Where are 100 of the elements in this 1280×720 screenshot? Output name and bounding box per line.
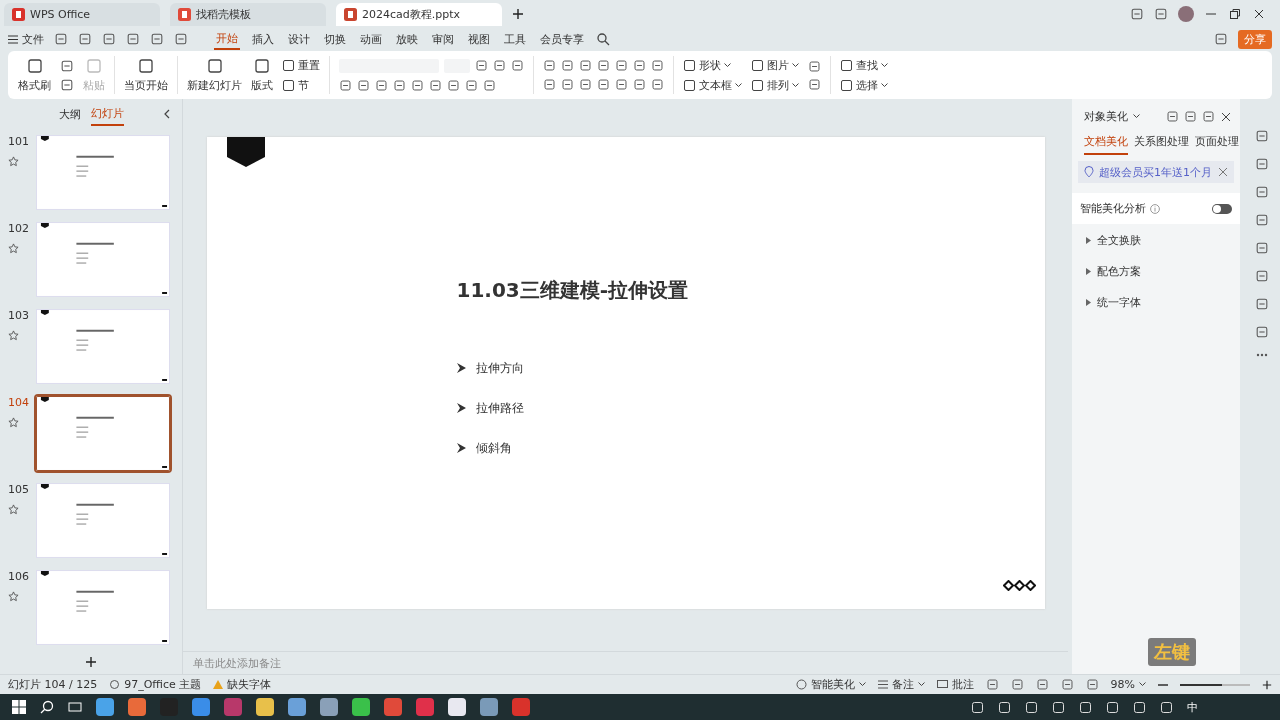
menu-tab[interactable]: 动画 [358, 29, 384, 49]
panel-tab[interactable]: 关系图处理 [1134, 134, 1189, 155]
ribbon-button[interactable]: 新建幻灯片 [187, 57, 242, 93]
caret-icon [792, 82, 799, 88]
ribbon-button[interactable]: 形状 [683, 57, 742, 73]
menu-tab[interactable]: 视图 [466, 29, 492, 49]
theme-icon [109, 679, 121, 690]
ribbon-icon [840, 58, 853, 72]
taskbar-app-icon[interactable] [256, 698, 274, 716]
caret-icon [881, 82, 888, 88]
document-tab[interactable]: WPS Office [4, 2, 160, 26]
menu-tab[interactable]: 工具 [502, 29, 528, 49]
ribbon-icon [85, 57, 103, 75]
zoom-level[interactable]: 98% [1110, 678, 1146, 691]
toggle-switch[interactable] [1212, 203, 1232, 214]
search-icon[interactable] [596, 32, 610, 46]
zoom-slider[interactable] [1180, 683, 1222, 686]
ribbon-button[interactable]: 版式 [251, 57, 273, 93]
taskbar-app-icon[interactable] [320, 698, 338, 716]
menu-tab[interactable]: 审阅 [430, 29, 456, 49]
document-tab[interactable]: 2024cad教程.pptx [336, 2, 502, 26]
diamonds-drawing [1002, 580, 1036, 591]
caret-icon [917, 682, 925, 687]
tab-label: 2024cad教程.pptx [362, 6, 461, 22]
taskbar-app-icon[interactable] [288, 698, 306, 716]
menu-tab[interactable]: 切换 [322, 29, 348, 49]
slide-number: 104 [8, 396, 30, 409]
taskbar-app-icon[interactable] [480, 698, 498, 716]
close-icon[interactable] [1252, 7, 1266, 21]
ribbon-button[interactable]: 格式刷 [18, 57, 51, 93]
taskbar-app-icon[interactable] [128, 698, 146, 716]
expand-triangle-icon [1086, 237, 1091, 244]
slide-thumbnail[interactable] [36, 396, 170, 471]
theme-button[interactable]: 97_Office 主题 [109, 677, 202, 692]
missing-font-button[interactable]: 缺失字体 [213, 677, 272, 692]
add-slide-icon[interactable] [85, 656, 97, 668]
ribbon-button[interactable]: 当页开始 [124, 57, 168, 93]
promo-banner[interactable]: 超级会员买1年送1个月 [1078, 161, 1234, 183]
new-tab-icon[interactable] [512, 8, 524, 20]
menu-tab[interactable]: 会员专享 [538, 29, 586, 49]
collapsible-section[interactable]: 统一字体 [1072, 286, 1240, 317]
warning-icon [213, 680, 224, 689]
ribbon-button[interactable]: 选择 [840, 77, 888, 93]
panel-tab[interactable]: 大纲 [58, 103, 81, 125]
avatar[interactable] [1178, 6, 1194, 22]
key-hint: 左键 [1148, 638, 1196, 666]
caret-icon [792, 62, 799, 68]
windows-icon[interactable] [12, 700, 26, 714]
panel-tab[interactable]: 页面处理 [1195, 134, 1239, 155]
input-method[interactable]: 中 [1187, 699, 1198, 715]
bullet-arrow-icon [456, 403, 466, 413]
ribbon-button[interactable]: 文本框 [683, 77, 742, 93]
taskbar-app-icon[interactable] [192, 698, 210, 716]
panel-tab[interactable]: 文档美化 [1084, 134, 1128, 155]
panel-title[interactable]: 对象美化 [1084, 109, 1128, 124]
ribbon-button[interactable]: 重置 [282, 57, 320, 73]
taskbar-app-icon[interactable] [96, 698, 114, 716]
slide-number: 106 [8, 570, 30, 583]
panel-tab[interactable]: 幻灯片 [90, 102, 124, 126]
taskbar-app-icon[interactable] [448, 698, 466, 716]
ribbon-button[interactable]: 节 [282, 77, 320, 93]
task-view-icon[interactable] [68, 700, 82, 714]
ribbon-button[interactable]: 查找 [840, 57, 888, 73]
ribbon-icon [253, 57, 271, 75]
menu-tab[interactable]: 插入 [250, 29, 276, 49]
close-icon[interactable] [1220, 110, 1232, 123]
slide-number: 102 [8, 222, 30, 235]
ribbon-icon [282, 58, 295, 72]
taskbar-app-icon[interactable] [352, 698, 370, 716]
ribbon-icon [137, 57, 155, 75]
ribbon-button[interactable]: 图片 [751, 57, 799, 73]
info-icon [1150, 203, 1160, 214]
restore-icon[interactable] [1228, 7, 1242, 21]
taskbar-app-icon[interactable] [384, 698, 402, 716]
menu-tab[interactable]: 设计 [286, 29, 312, 49]
menu-tab[interactable]: 放映 [394, 29, 420, 49]
taskbar-app-icon[interactable] [416, 698, 434, 716]
file-menu[interactable]: 文件 [8, 31, 44, 47]
search-icon[interactable] [40, 700, 54, 714]
more-icon[interactable] [1256, 353, 1268, 357]
ribbon-icon [683, 58, 696, 72]
collapse-icon[interactable] [163, 109, 170, 119]
menu-tab[interactable]: 开始 [214, 28, 240, 50]
ribbon-button[interactable]: 排列 [751, 77, 799, 93]
collapsible-section[interactable]: 配色方案 [1072, 255, 1240, 286]
beautify-button[interactable]: 智能美化 [795, 677, 866, 692]
comment-icon [936, 679, 948, 690]
caret-icon [858, 682, 866, 687]
ribbon-icon [205, 57, 224, 75]
zoom-in-icon[interactable] [1262, 679, 1272, 690]
notes-button[interactable]: 备注 [877, 677, 925, 692]
document-tab[interactable]: 找稻壳模板 [170, 2, 326, 26]
comments-button[interactable]: 批注 [936, 677, 974, 692]
expand-triangle-icon [1086, 299, 1091, 306]
collapsible-section[interactable]: 全文换肤 [1072, 224, 1240, 255]
beautify-icon [795, 679, 807, 690]
ribbon-icon [282, 78, 295, 92]
bullet-arrow-icon [456, 443, 466, 453]
ribbon-icon [683, 78, 696, 92]
lines-icon [877, 680, 888, 689]
